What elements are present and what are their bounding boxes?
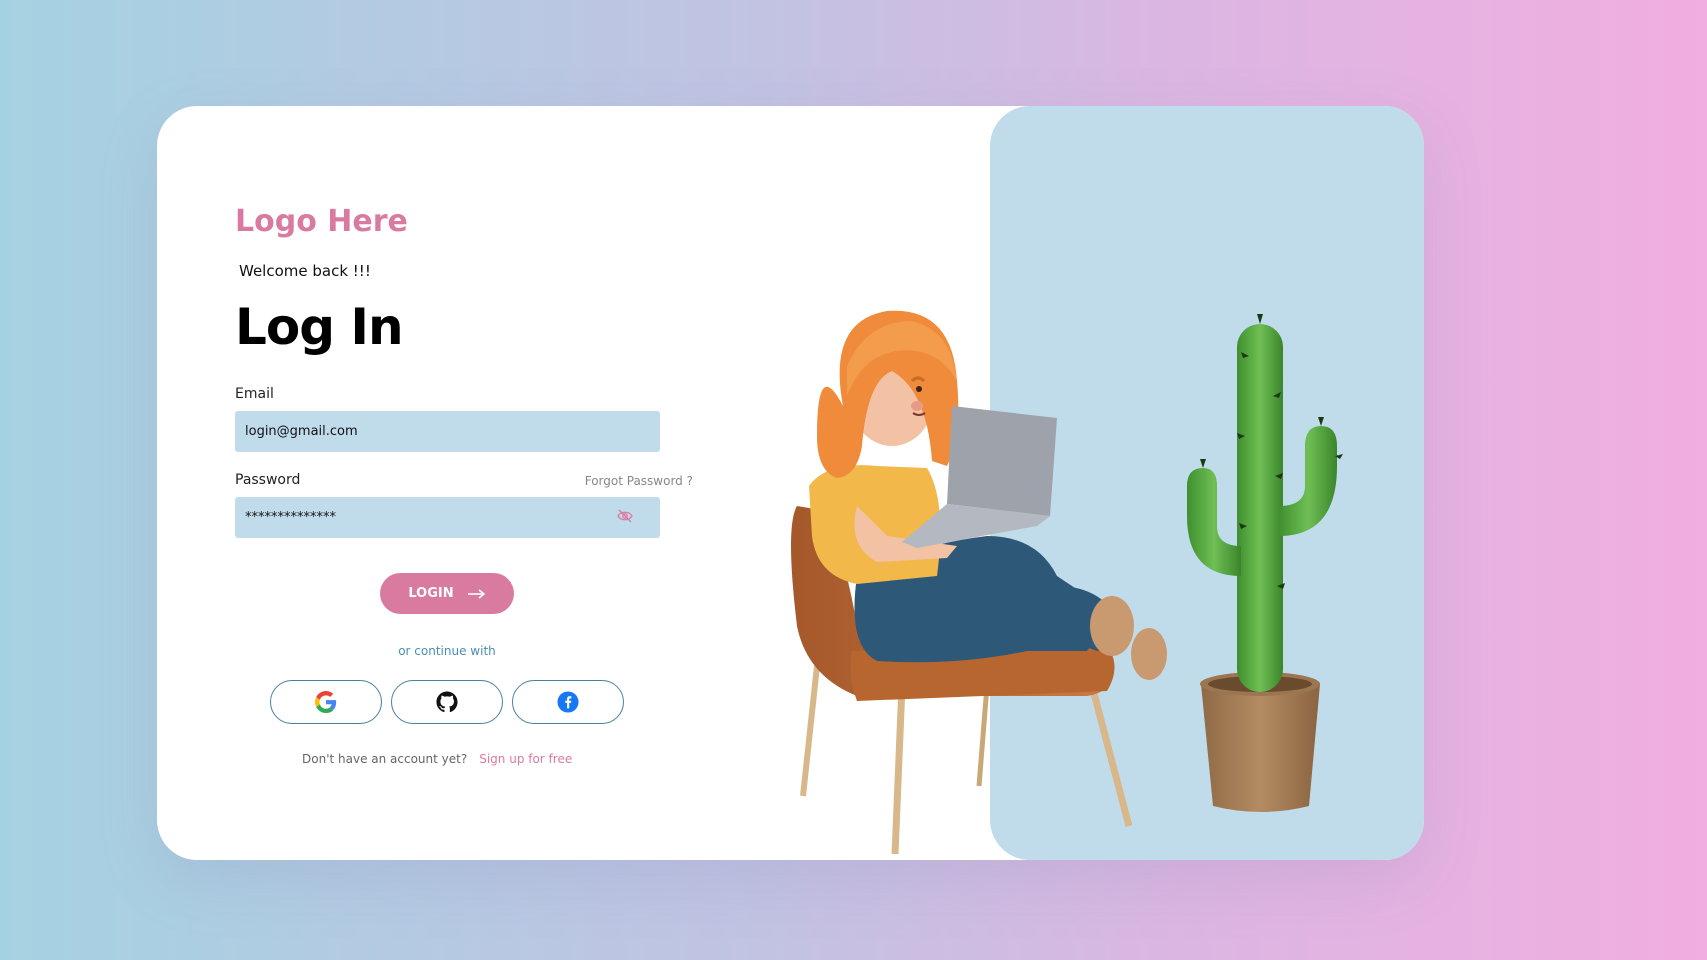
or-continue-text: or continue with <box>398 644 496 658</box>
github-login-button[interactable] <box>391 680 503 724</box>
forgot-password-link[interactable]: Forgot Password ? <box>543 474 693 488</box>
page-title: Log In <box>235 298 404 356</box>
illustration-panel <box>990 106 1424 860</box>
email-field[interactable]: login@gmail.com <box>235 411 660 452</box>
google-icon <box>315 691 337 713</box>
no-account-text: Don't have an account yet? <box>302 752 468 766</box>
facebook-login-button[interactable] <box>512 680 624 724</box>
signup-row: Don't have an account yet? Sign up for f… <box>302 752 572 766</box>
login-button-label: LOGIN <box>408 586 454 601</box>
login-card: Logo Here Welcome back !!! Log In Email … <box>157 106 1424 860</box>
google-login-button[interactable] <box>270 680 382 724</box>
email-label: Email <box>235 386 274 402</box>
password-label: Password <box>235 472 301 488</box>
arrow-right-icon <box>467 588 485 599</box>
facebook-icon <box>557 691 579 713</box>
logo: Logo Here <box>235 204 408 239</box>
github-icon <box>436 691 458 713</box>
password-field[interactable]: ************** <box>235 497 660 538</box>
login-button[interactable]: LOGIN <box>380 573 514 614</box>
welcome-text: Welcome back !!! <box>239 262 371 280</box>
eye-off-icon[interactable] <box>617 509 633 523</box>
signup-link[interactable]: Sign up for free <box>479 752 572 766</box>
